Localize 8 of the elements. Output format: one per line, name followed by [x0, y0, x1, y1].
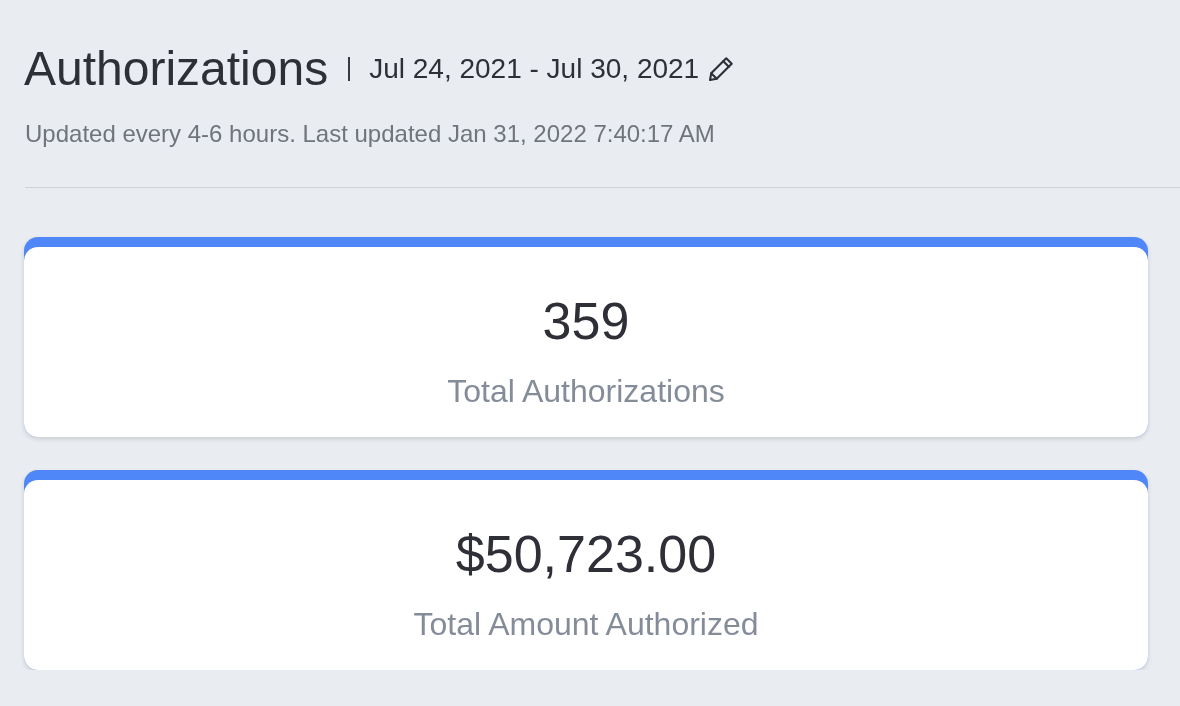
page-title: Authorizations — [24, 41, 329, 97]
stat-label: Total Authorizations — [447, 371, 725, 411]
stat-label: Total Amount Authorized — [413, 604, 759, 643]
last-updated-text: Updated every 4-6 hours. Last updated Jan 31, 2022 7:40:17 AM — [25, 119, 716, 149]
date-range-button[interactable]: Jul 24, 2021 - Jul 30, 2021 — [369, 52, 736, 86]
stat-value: 359 — [542, 291, 630, 353]
pencil-icon — [707, 54, 736, 83]
stat-value: $50,723.00 — [455, 524, 717, 586]
